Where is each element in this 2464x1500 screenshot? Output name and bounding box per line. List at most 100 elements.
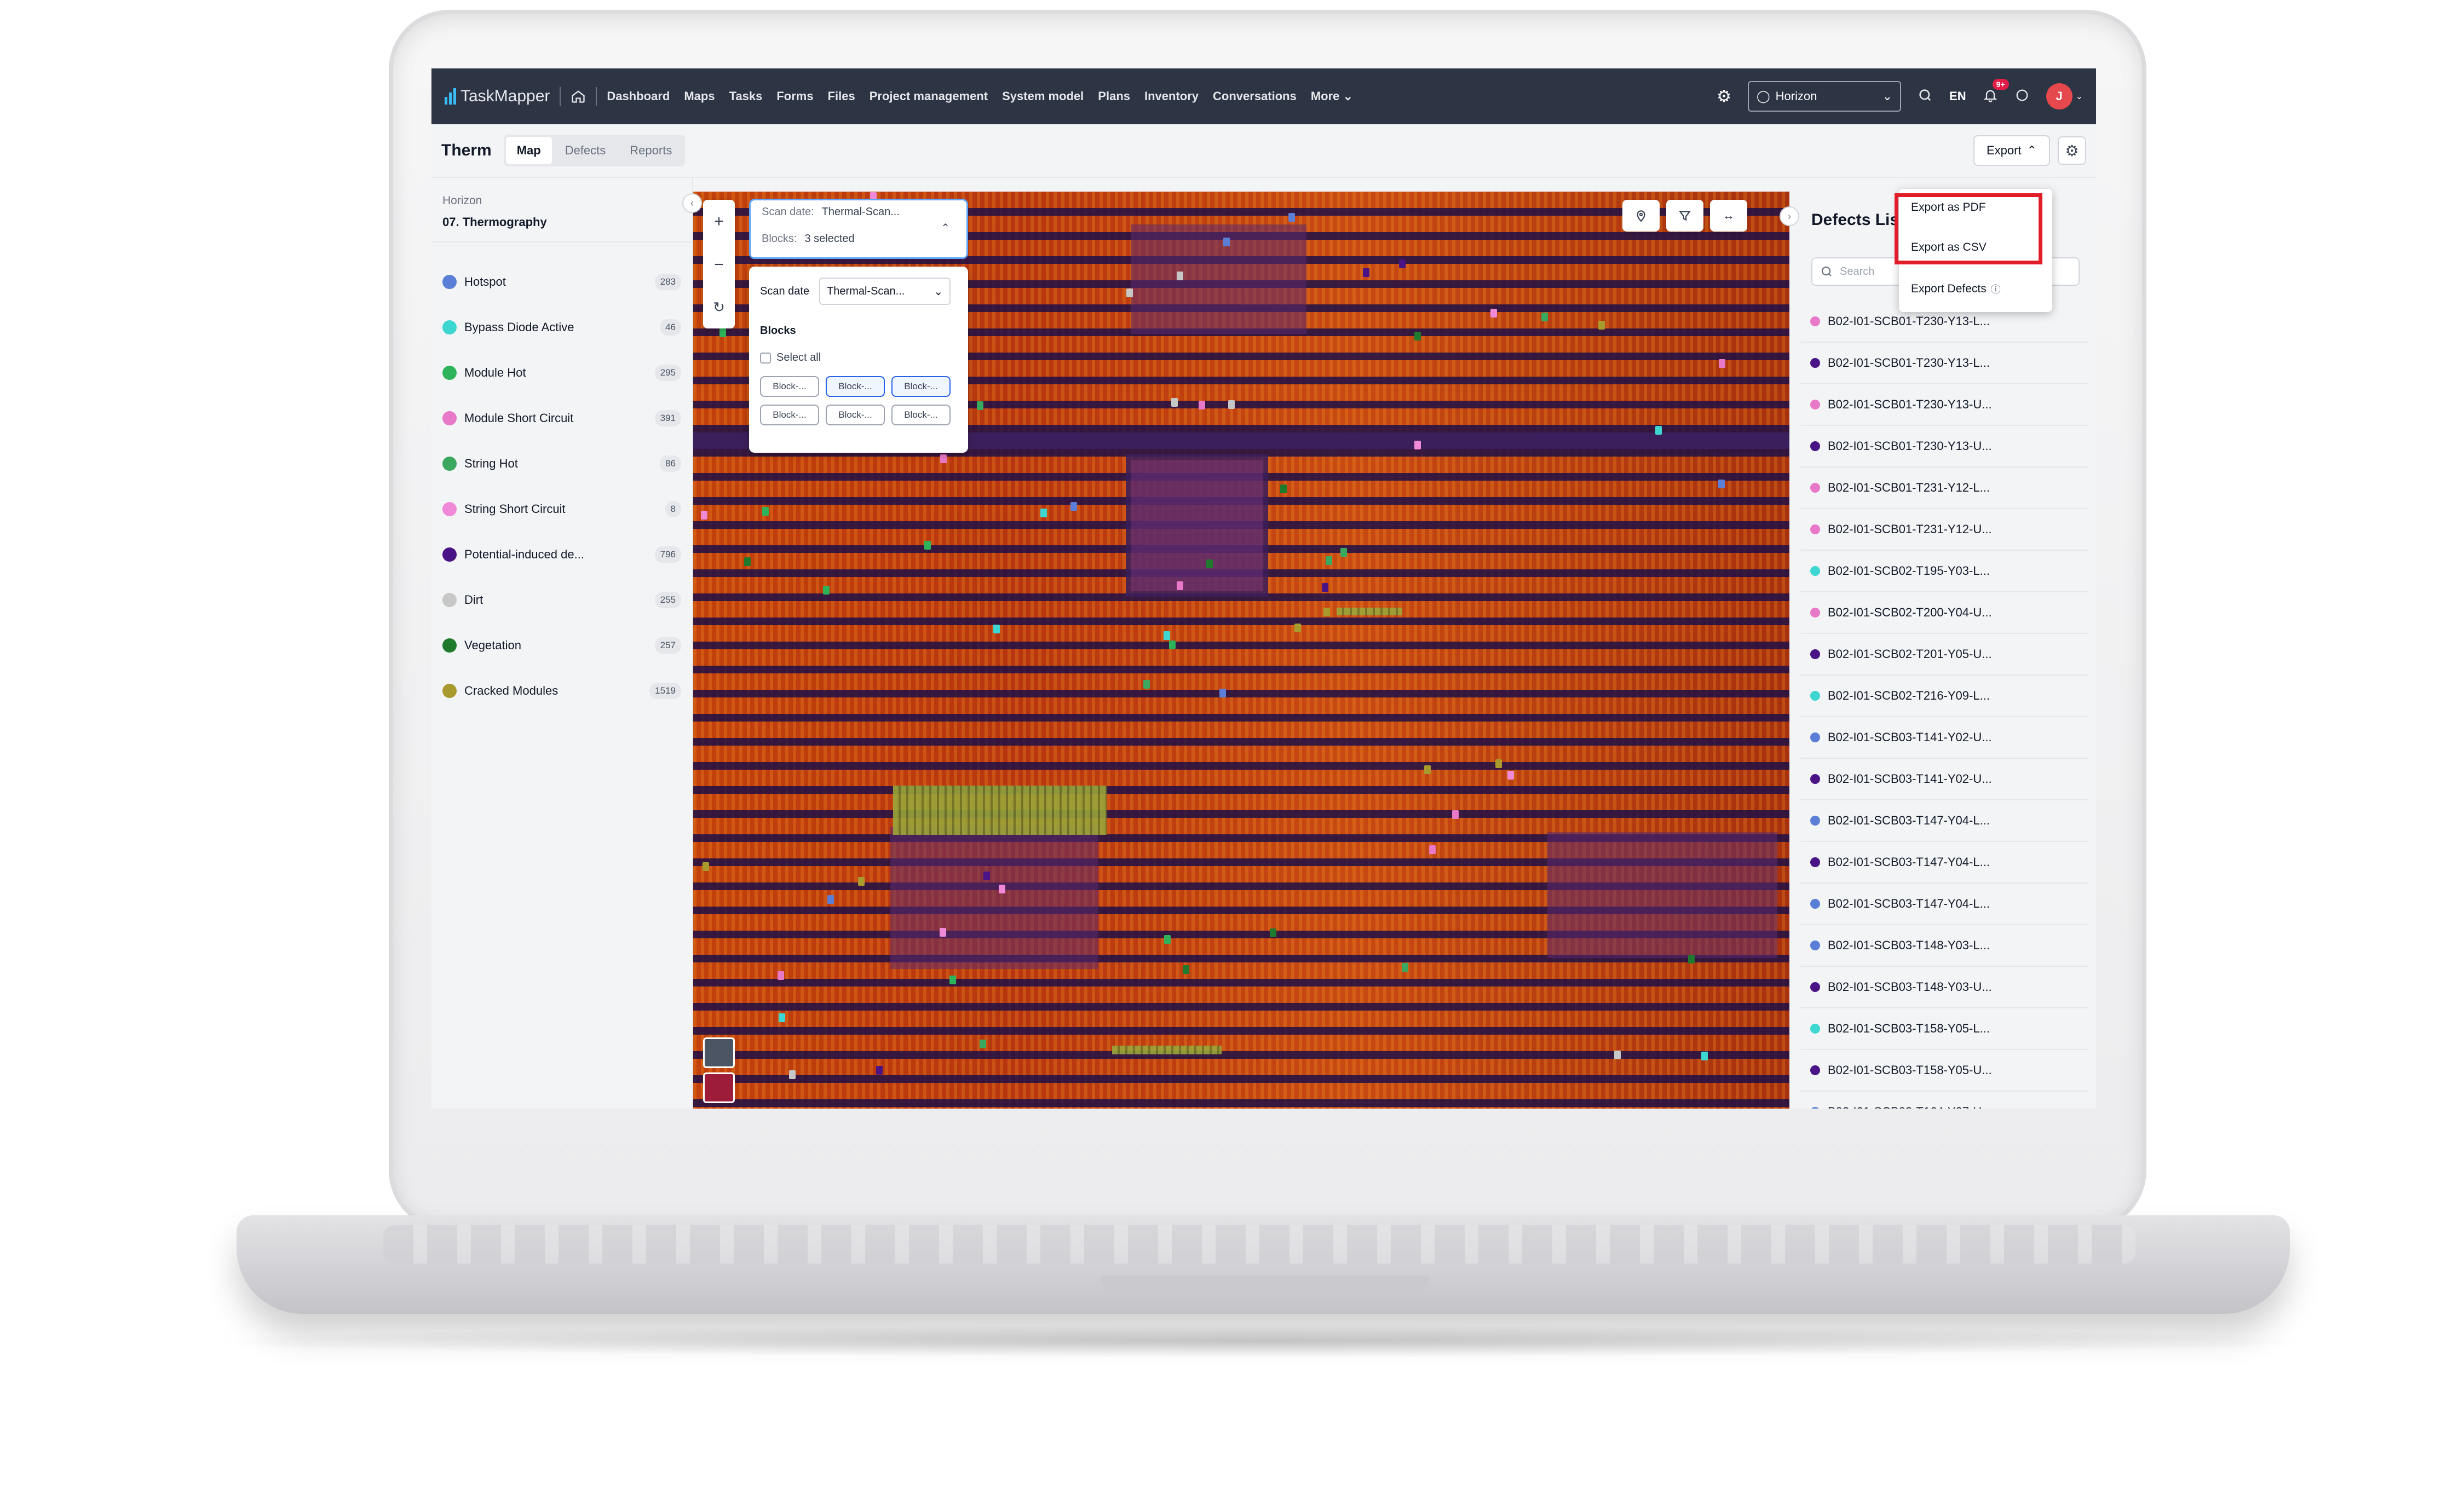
list-item[interactable]: B02-I01-SCB02-T200-Y04-U... [1800, 592, 2088, 634]
defect-type-item[interactable]: Cracked Modules 1519 [442, 668, 681, 713]
defect-marker[interactable] [1270, 928, 1276, 937]
defect-marker[interactable] [701, 511, 707, 520]
scan-date-select[interactable]: Thermal-Scan... ⌄ [819, 278, 951, 305]
export-button[interactable]: Export ⌃ [1973, 135, 2050, 166]
list-item[interactable]: B02-I01-SCB01-T230-Y13-U... [1800, 384, 2088, 426]
nav-files[interactable]: Files [828, 89, 855, 103]
list-item[interactable]: B02-I01-SCB03-T141-Y02-U... [1800, 717, 2088, 759]
defect-marker[interactable] [1280, 484, 1287, 493]
defect-marker[interactable] [1429, 845, 1436, 854]
defect-marker[interactable] [1399, 259, 1406, 268]
nav-inventory[interactable]: Inventory [1144, 89, 1199, 103]
list-item[interactable]: B02-I01-SCB03-T148-Y03-L... [1800, 925, 2088, 967]
chat-icon[interactable] [2014, 88, 2030, 106]
select-all-blocks[interactable]: Select all [760, 351, 957, 364]
defect-marker[interactable] [1414, 332, 1421, 341]
defect-marker[interactable] [1206, 559, 1213, 568]
defect-marker[interactable] [983, 872, 990, 880]
list-item[interactable]: B02-I01-SCB03-T147-Y04-L... [1800, 800, 2088, 842]
defect-marker[interactable] [1143, 680, 1150, 689]
defect-marker[interactable] [1495, 759, 1502, 768]
tab-defects[interactable]: Defects [554, 137, 617, 164]
defect-marker[interactable] [1614, 1051, 1621, 1059]
nav-maps[interactable]: Maps [684, 89, 715, 103]
notifications-button[interactable]: 9+ [1983, 78, 2009, 106]
defect-type-item[interactable]: Potential-induced de... 796 [442, 532, 681, 577]
toggle-right-panel-button[interactable]: › [1780, 206, 1799, 226]
search-icon[interactable] [1918, 88, 1933, 106]
zoom-out-button[interactable]: − [714, 256, 724, 274]
list-item[interactable]: B02-I01-SCB03-T147-Y04-L... [1800, 842, 2088, 884]
reset-view-icon[interactable]: ↻ [713, 299, 725, 316]
export-csv-item[interactable]: Export as CSV [1911, 241, 1987, 254]
block-chip[interactable]: Block-... [826, 376, 885, 397]
scan-filter-chip[interactable]: Scan date: Thermal-Scan... Blocks: 3 sel… [749, 199, 968, 259]
list-item[interactable]: B02-I01-SCB01-T231-Y12-L... [1800, 468, 2088, 509]
defect-type-item[interactable]: String Hot 86 [442, 441, 681, 486]
list-item[interactable]: B02-I01-SCB02-T201-Y05-U... [1800, 634, 2088, 676]
defect-marker[interactable] [1718, 480, 1725, 488]
defect-marker[interactable] [977, 401, 983, 410]
block-chip[interactable]: Block-... [826, 405, 885, 425]
defect-marker[interactable] [1322, 583, 1328, 592]
project-select[interactable]: ◯ Horizon ⌄ [1748, 81, 1902, 112]
defect-marker[interactable] [1452, 810, 1459, 819]
settings-gear-icon[interactable]: ⚙ [1717, 87, 1731, 106]
defect-marker[interactable] [1414, 441, 1421, 449]
defect-marker[interactable] [1326, 556, 1332, 565]
defect-marker[interactable] [940, 454, 947, 463]
basemap-layer-button[interactable] [703, 1037, 735, 1068]
zoom-in-button[interactable]: + [714, 212, 724, 231]
defect-type-item[interactable]: Bypass Diode Active 46 [442, 304, 681, 350]
defect-marker[interactable] [719, 328, 726, 337]
defect-type-item[interactable]: Module Short Circuit 391 [442, 395, 681, 441]
select-all-checkbox[interactable] [760, 352, 771, 364]
defect-marker[interactable] [999, 885, 1005, 893]
page-settings-button[interactable]: ⚙ [2058, 136, 2086, 165]
defect-marker[interactable] [924, 541, 931, 550]
defect-marker[interactable] [980, 1040, 986, 1048]
list-item[interactable]: B02-I01-SCB02-T216-Y09-L... [1800, 676, 2088, 717]
export-pdf-item[interactable]: Export as PDF [1911, 201, 1986, 214]
block-chip[interactable]: Block-... [891, 376, 951, 397]
list-item[interactable]: B02-I01-SCB03-T158-Y05-U... [1800, 1050, 2088, 1092]
tab-map[interactable]: Map [505, 137, 552, 164]
defect-marker[interactable] [1340, 548, 1347, 557]
location-pin-button[interactable] [1622, 200, 1660, 232]
defect-marker[interactable] [1323, 608, 1330, 616]
defect-marker[interactable] [1363, 268, 1369, 277]
defect-marker[interactable] [1040, 509, 1047, 517]
defect-marker[interactable] [779, 1013, 785, 1022]
list-item[interactable]: B02-I01-SCB03-T164-Y07-U... [1800, 1092, 2088, 1109]
list-item[interactable]: B02-I01-SCB03-T148-Y03-U... [1800, 967, 2088, 1008]
defect-marker[interactable] [858, 877, 865, 886]
block-chip[interactable]: Block-... [891, 405, 951, 425]
nav-forms[interactable]: Forms [776, 89, 813, 103]
nav-system-model[interactable]: System model [1002, 89, 1084, 103]
list-item[interactable]: B02-I01-SCB03-T158-Y05-L... [1800, 1008, 2088, 1050]
nav-project-management[interactable]: Project management [870, 89, 988, 103]
list-item[interactable]: B02-I01-SCB01-T231-Y12-U... [1800, 509, 2088, 551]
app-logo[interactable]: TaskMapper [445, 87, 550, 106]
compare-button[interactable]: ↔ [1710, 200, 1747, 232]
defect-marker[interactable] [1070, 502, 1077, 511]
defect-marker[interactable] [1223, 238, 1230, 246]
defect-type-item[interactable]: Module Hot 295 [442, 350, 681, 395]
breadcrumb-group[interactable]: 07. Thermography [442, 215, 681, 229]
defect-marker[interactable] [1177, 272, 1183, 280]
home-icon[interactable] [571, 89, 586, 104]
defect-type-item[interactable]: Hotspot 283 [442, 259, 681, 304]
language-switch[interactable]: EN [1949, 89, 1966, 103]
defect-marker[interactable] [1199, 401, 1205, 409]
defect-marker[interactable] [703, 862, 709, 871]
defect-marker[interactable] [993, 625, 1000, 633]
defect-marker[interactable] [1701, 1052, 1708, 1060]
filter-button[interactable] [1666, 200, 1703, 232]
breadcrumb-project[interactable]: Horizon [442, 194, 681, 207]
defect-marker[interactable] [823, 586, 830, 595]
defect-marker[interactable] [762, 507, 769, 516]
tab-reports[interactable]: Reports [619, 137, 683, 164]
list-item[interactable]: B02-I01-SCB03-T147-Y04-L... [1800, 884, 2088, 925]
user-menu[interactable]: J ⌄ [2046, 83, 2083, 109]
export-defects-item[interactable]: Export Defects ⓘ [1911, 282, 2001, 296]
